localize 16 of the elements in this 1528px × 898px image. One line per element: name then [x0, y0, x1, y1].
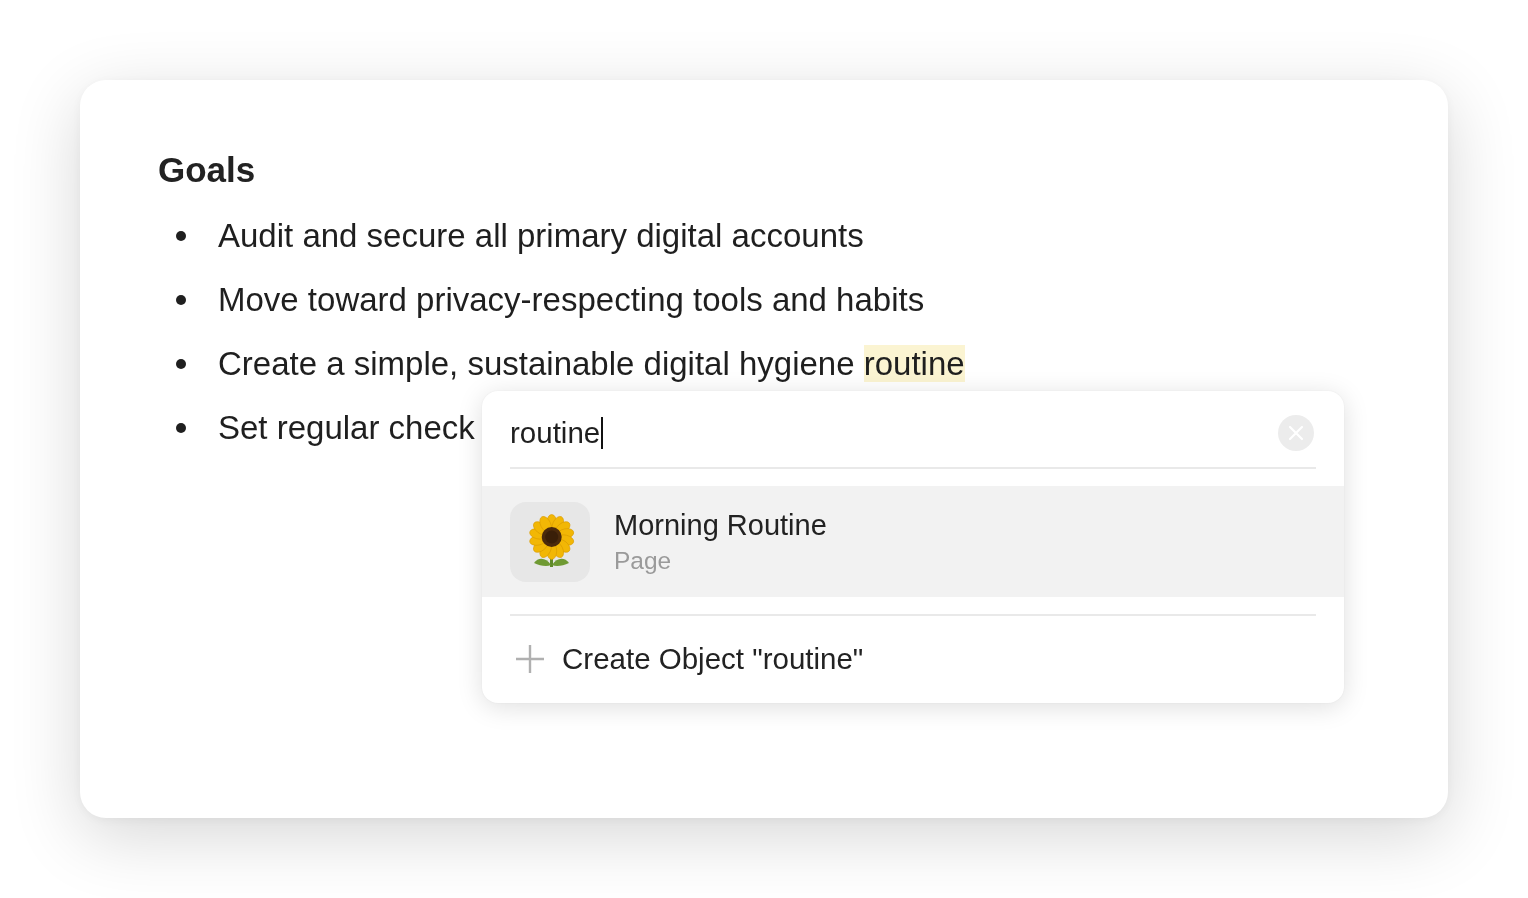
- list-item-text: Create a simple, sustainable digital hygiene routine: [218, 344, 965, 384]
- result-title: Morning Routine: [614, 507, 827, 542]
- search-result-item[interactable]: Morning Routine Page: [482, 486, 1344, 597]
- bullet-icon: [176, 359, 186, 369]
- plus-icon: [516, 644, 544, 673]
- list-item-text: Move toward privacy-respecting tools and habits: [218, 280, 925, 320]
- sunflower-icon: [510, 501, 590, 582]
- search-field[interactable]: routine: [510, 391, 1316, 469]
- result-type-label: Page: [614, 545, 672, 576]
- list-item-text: Audit and secure all primary digital accounts: [218, 216, 864, 256]
- bullet-icon: [176, 423, 186, 433]
- bullet-icon: [176, 295, 186, 305]
- bullet-icon: [176, 231, 186, 241]
- list-item-text: Set regular check: [218, 408, 475, 448]
- section-heading: Goals: [158, 150, 256, 190]
- create-object-option[interactable]: Create Object "routine": [482, 616, 1344, 701]
